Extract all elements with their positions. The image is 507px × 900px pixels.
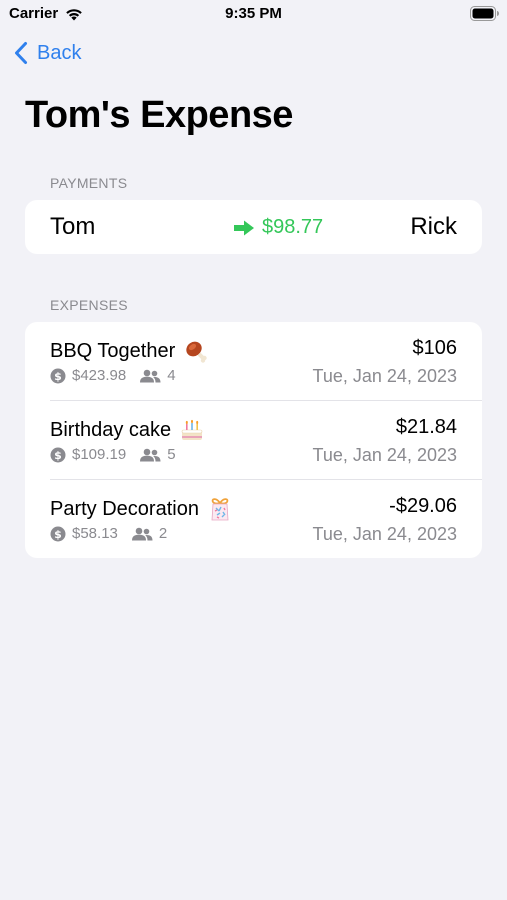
battery-icon bbox=[470, 6, 499, 21]
expense-row-birthday-cake[interactable]: Birthday cake $ $109.19 5 $21.84 Tue, Ja… bbox=[25, 401, 482, 480]
expense-people-count: 5 bbox=[167, 446, 176, 463]
expense-meta: $ $109.19 5 bbox=[50, 446, 176, 463]
people-icon bbox=[140, 448, 161, 461]
expense-title: Party Decoration bbox=[50, 496, 233, 522]
payment-transfer: $98.77 bbox=[233, 216, 323, 239]
payment-amount: $98.77 bbox=[262, 216, 324, 238]
expenses-section-header: EXPENSES bbox=[50, 297, 128, 313]
expense-meta: $ $58.13 2 bbox=[50, 525, 167, 542]
people-icon bbox=[131, 527, 153, 540]
expense-amount: $106 bbox=[412, 337, 458, 359]
expense-detail-screen: Carrier 9:35 PM Back Tom's Expense PAYME… bbox=[0, 0, 507, 900]
back-label: Back bbox=[37, 41, 82, 64]
meat-on-bone-icon bbox=[186, 341, 207, 363]
expense-meta: $ $423.98 4 bbox=[50, 367, 176, 384]
status-bar: Carrier 9:35 PM bbox=[0, 0, 507, 30]
expense-row-party-decoration[interactable]: Party Decoration $ $58.13 2 -$29.06 Tue,… bbox=[25, 480, 482, 559]
people-icon bbox=[140, 369, 161, 382]
status-time: 9:35 PM bbox=[225, 5, 282, 22]
expense-amount: -$29.06 bbox=[389, 495, 457, 517]
svg-text:$: $ bbox=[54, 449, 62, 462]
payments-section-header: PAYMENTS bbox=[50, 175, 128, 191]
expense-date: Tue, Jan 24, 2023 bbox=[312, 445, 457, 465]
expense-people-count: 4 bbox=[167, 367, 176, 384]
party-gift-icon bbox=[211, 498, 229, 521]
arrow-right-icon bbox=[234, 220, 254, 235]
dollar-coin-icon: $ bbox=[50, 368, 66, 383]
dollar-coin-icon: $ bbox=[50, 526, 66, 541]
dollar-coin-icon: $ bbox=[50, 447, 66, 462]
expense-total: $58.13 bbox=[72, 525, 118, 542]
payment-row[interactable]: Tom $98.77 Rick bbox=[25, 200, 482, 254]
expense-title: BBQ Together bbox=[50, 338, 209, 364]
svg-text:$: $ bbox=[54, 528, 62, 541]
chevron-left-icon bbox=[15, 42, 27, 64]
payment-to: Rick bbox=[410, 213, 457, 240]
page-title: Tom's Expense bbox=[25, 94, 293, 136]
expense-title-label: BBQ Together bbox=[50, 339, 176, 362]
expense-title: Birthday cake bbox=[50, 417, 205, 443]
birthday-cake-icon bbox=[181, 419, 203, 440]
svg-text:$: $ bbox=[54, 370, 62, 383]
payment-from: Tom bbox=[50, 213, 96, 240]
expense-people-count: 2 bbox=[158, 525, 168, 542]
expense-date: Tue, Jan 24, 2023 bbox=[312, 366, 457, 386]
expense-total: $423.98 bbox=[72, 367, 127, 384]
expenses-list: BBQ Together $ $423.98 4 $106 Tue, Jan 2… bbox=[25, 322, 482, 558]
expense-date: Tue, Jan 24, 2023 bbox=[312, 524, 457, 544]
expense-title-label: Birthday cake bbox=[50, 418, 172, 441]
expense-amount: $21.84 bbox=[395, 416, 457, 438]
back-button[interactable]: Back bbox=[14, 38, 81, 68]
expense-total: $109.19 bbox=[72, 446, 127, 463]
expense-title-label: Party Decoration bbox=[50, 497, 199, 520]
expense-row-bbq-together[interactable]: BBQ Together $ $423.98 4 $106 Tue, Jan 2… bbox=[25, 322, 482, 401]
